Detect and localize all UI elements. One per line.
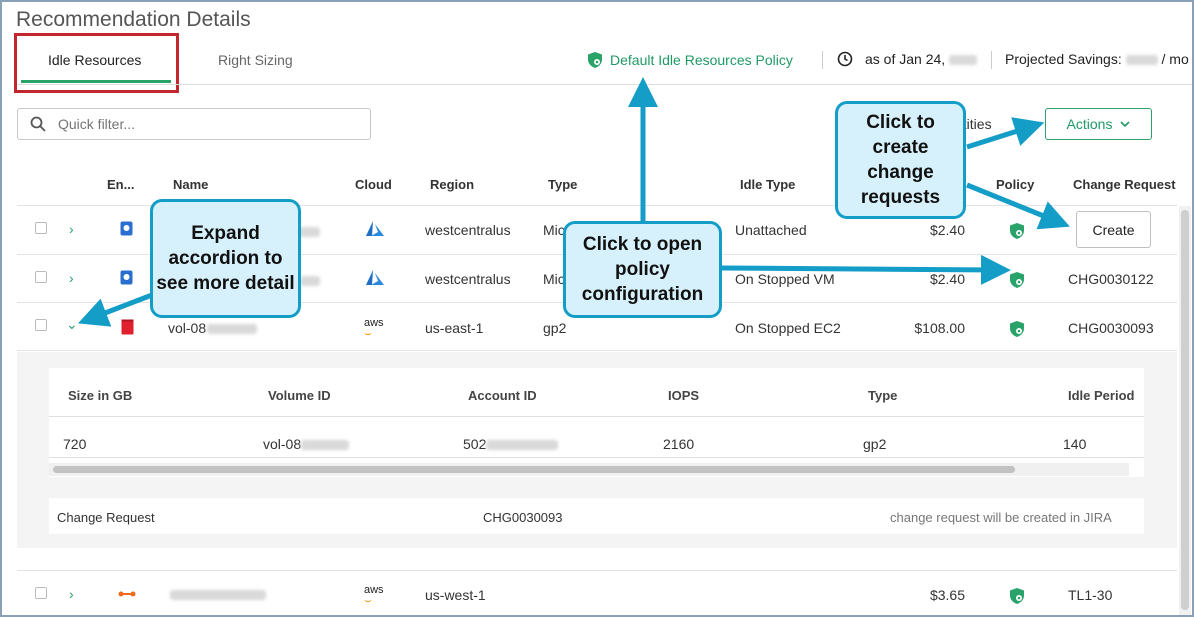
- arrow-to-accordion: [77, 292, 153, 327]
- arrow-to-create: [966, 182, 1070, 230]
- arrow-to-policy-icon: [721, 254, 1011, 285]
- callout-policy-configuration: Click to open policy configuration: [563, 221, 722, 318]
- callout-create-change-requests: Click to create change requests: [835, 101, 966, 219]
- callout-expand-accordion: Expand accordion to see more detail: [150, 199, 301, 318]
- arrow-to-actions: [966, 117, 1045, 150]
